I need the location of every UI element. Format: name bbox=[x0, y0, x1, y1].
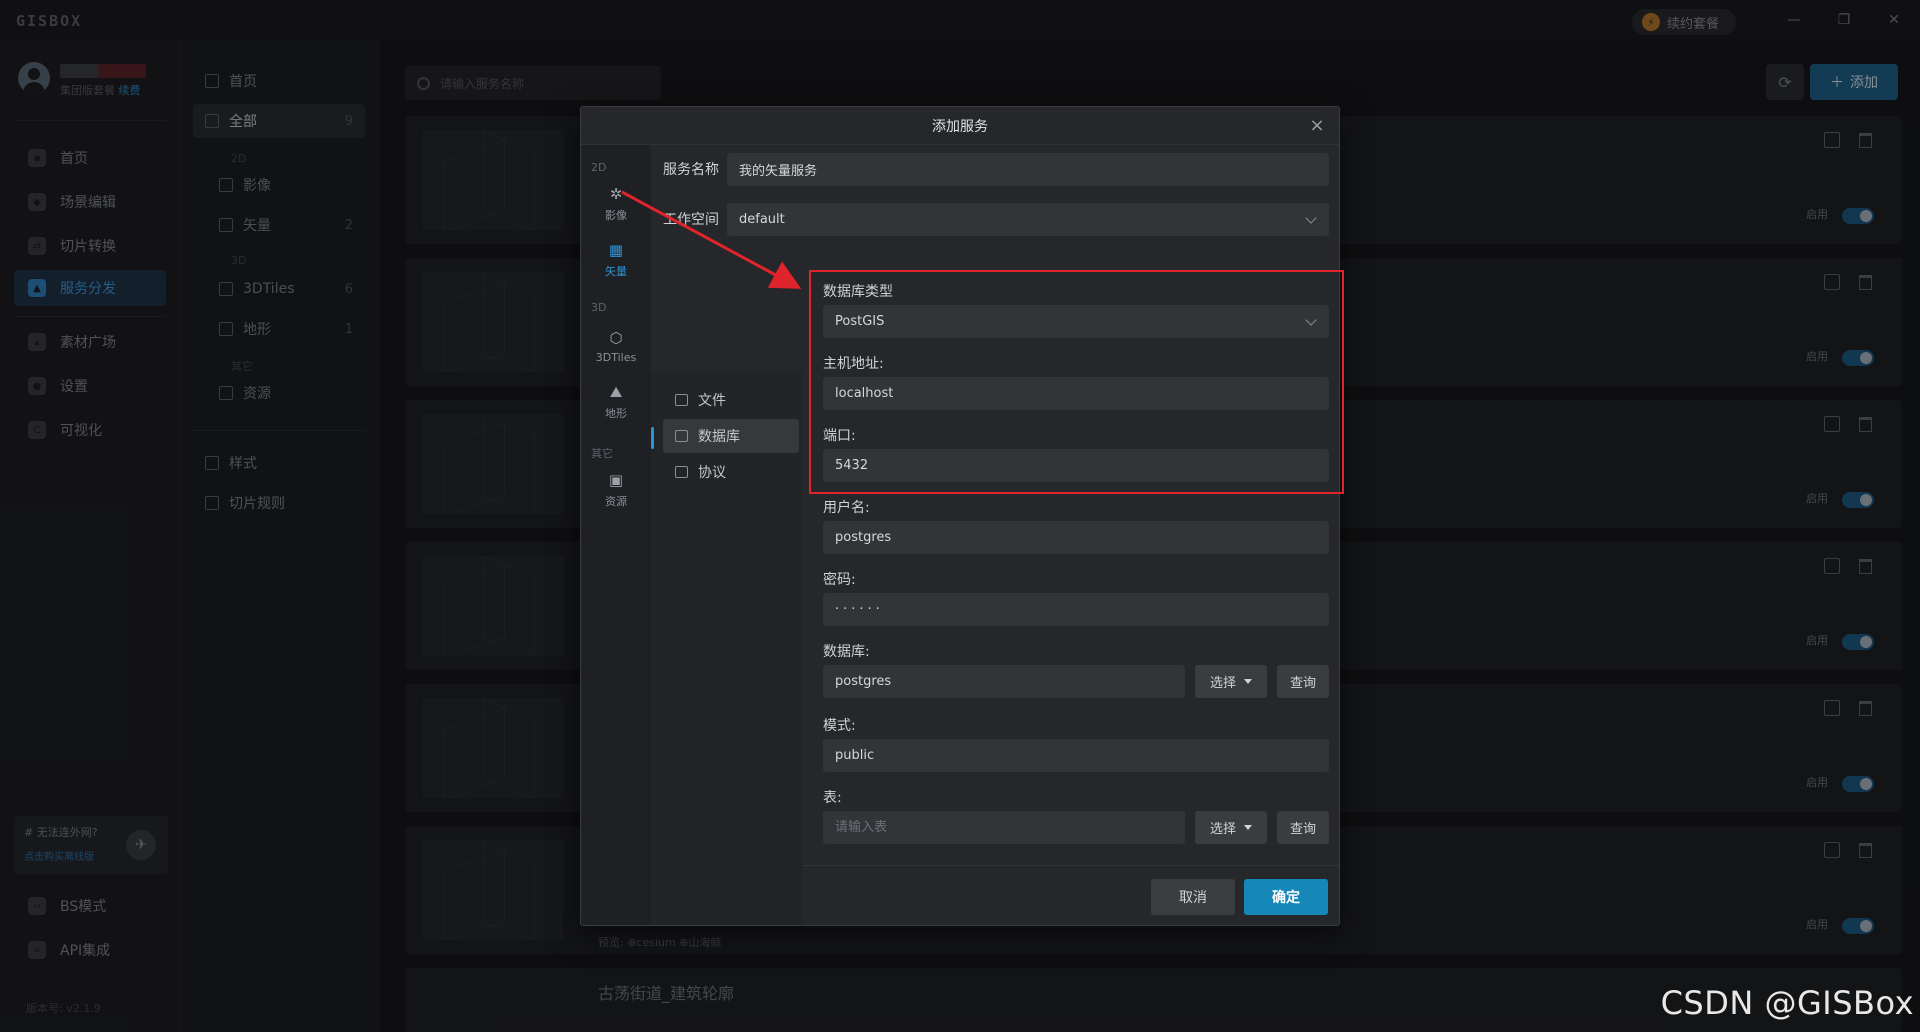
rail-section-other: 其它 bbox=[591, 447, 613, 460]
db-type-select[interactable]: PostGIS bbox=[823, 305, 1329, 338]
source-file[interactable]: 文件 bbox=[663, 383, 799, 417]
table-label: 表: bbox=[823, 790, 842, 806]
satellite-icon: ✲ bbox=[609, 185, 623, 203]
table-input[interactable] bbox=[823, 811, 1185, 844]
caret-down-icon bbox=[1244, 825, 1252, 830]
caret-down-icon bbox=[1244, 679, 1252, 684]
rail-section-2d: 2D bbox=[591, 161, 607, 174]
add-service-dialog: 添加服务 × 2D ✲ 影像 ▦ 矢量 3D ⬡ 3DTiles ⛰ 地形 其它… bbox=[580, 106, 1340, 926]
divider bbox=[803, 865, 1339, 866]
dialog-title: 添加服务 bbox=[932, 118, 988, 135]
table-select-button[interactable]: 选择 bbox=[1195, 811, 1267, 844]
host-label: 主机地址: bbox=[823, 356, 884, 372]
cancel-button[interactable]: 取消 bbox=[1151, 879, 1235, 915]
type-3dtiles[interactable]: ⬡ 3DTiles bbox=[587, 321, 645, 371]
type-imagery[interactable]: ✲ 影像 bbox=[587, 179, 645, 229]
database-icon bbox=[675, 430, 688, 442]
folder-icon bbox=[675, 394, 688, 406]
db-type-label: 数据库类型 bbox=[823, 284, 893, 300]
confirm-button[interactable]: 确定 bbox=[1244, 879, 1328, 915]
port-label: 端口: bbox=[823, 428, 856, 444]
resource-icon: ▣ bbox=[608, 471, 624, 489]
service-type-rail: 2D ✲ 影像 ▦ 矢量 3D ⬡ 3DTiles ⛰ 地形 其它 ▣ 资源 bbox=[581, 145, 651, 925]
database-input[interactable] bbox=[823, 665, 1185, 698]
chevron-down-icon bbox=[1305, 314, 1317, 326]
password-input[interactable] bbox=[823, 593, 1329, 626]
workspace-label: 工作空间 bbox=[663, 212, 719, 228]
table-query-button[interactable]: 查询 bbox=[1277, 811, 1329, 844]
host-input[interactable] bbox=[823, 377, 1329, 410]
username-label: 用户名: bbox=[823, 500, 870, 516]
service-name-input[interactable] bbox=[727, 153, 1329, 186]
watermark: CSDN @GISBox bbox=[1660, 984, 1914, 1022]
type-resource[interactable]: ▣ 资源 bbox=[587, 465, 645, 515]
dialog-header: 添加服务 × bbox=[581, 107, 1339, 145]
database-query-button[interactable]: 查询 bbox=[1277, 665, 1329, 698]
source-protocol[interactable]: 协议 bbox=[663, 455, 799, 489]
protocol-icon bbox=[675, 466, 688, 478]
service-name-label: 服务名称 bbox=[663, 162, 719, 178]
schema-label: 模式: bbox=[823, 718, 856, 734]
database-label: 数据库: bbox=[823, 644, 870, 660]
password-label: 密码: bbox=[823, 572, 856, 588]
close-icon[interactable]: × bbox=[1307, 115, 1327, 136]
source-database[interactable]: 数据库 bbox=[663, 419, 799, 453]
type-vector[interactable]: ▦ 矢量 bbox=[587, 235, 645, 285]
chevron-down-icon bbox=[1305, 212, 1317, 224]
username-input[interactable] bbox=[823, 521, 1329, 554]
database-select-button[interactable]: 选择 bbox=[1195, 665, 1267, 698]
mountain-icon: ⛰ bbox=[609, 383, 623, 401]
vector-icon: ▦ bbox=[608, 241, 624, 259]
workspace-select[interactable]: default bbox=[727, 203, 1329, 236]
port-input[interactable] bbox=[823, 449, 1329, 482]
active-indicator bbox=[651, 427, 654, 449]
source-type-nav: 文件 数据库 协议 bbox=[651, 371, 803, 925]
cube-icon: ⬡ bbox=[609, 328, 623, 347]
rail-section-3d: 3D bbox=[591, 301, 607, 314]
type-terrain[interactable]: ⛰ 地形 bbox=[587, 377, 645, 427]
schema-input[interactable] bbox=[823, 739, 1329, 772]
